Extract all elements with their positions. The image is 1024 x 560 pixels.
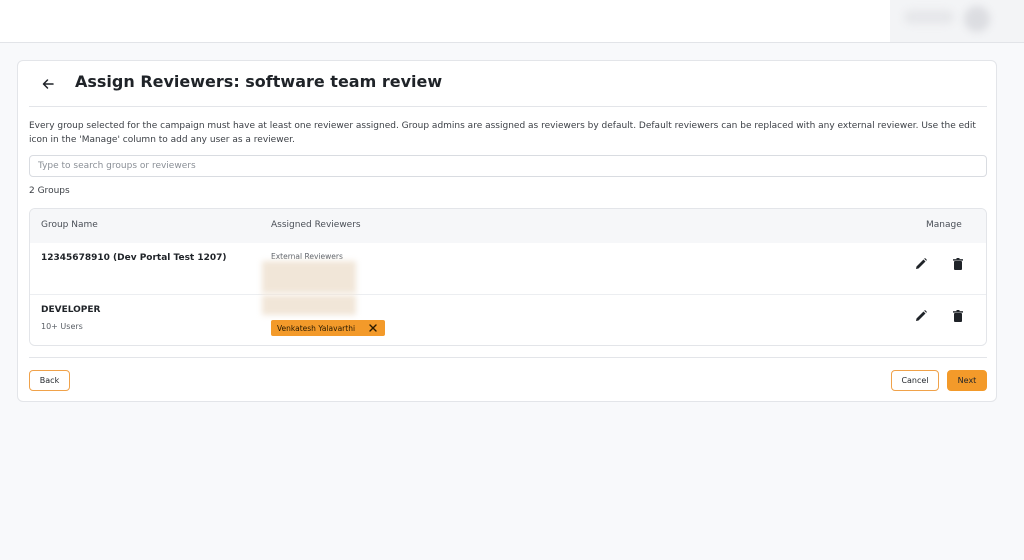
group-name: DEVELOPER	[41, 305, 101, 315]
groups-table: Group Name Assigned Reviewers Manage 123…	[29, 208, 987, 346]
table-header: Group Name Assigned Reviewers Manage	[30, 209, 986, 244]
column-header-group-name: Group Name	[41, 220, 98, 230]
group-name: 12345678910 (Dev Portal Test 1207)	[41, 253, 227, 263]
arrow-left-icon[interactable]	[40, 76, 56, 92]
instructions-text: Every group selected for the campaign mu…	[29, 121, 976, 145]
column-header-assigned-reviewers: Assigned Reviewers	[271, 220, 361, 230]
table-row: 12345678910 (Dev Portal Test 1207) Exter…	[30, 243, 986, 295]
footer-divider	[29, 357, 987, 358]
header-divider	[29, 106, 987, 107]
user-profile-area[interactable]	[890, 0, 1024, 42]
redacted-reviewer	[262, 261, 356, 293]
reviewer-name: Venkatesh Yalavarthi	[277, 323, 356, 333]
trash-icon[interactable]	[951, 309, 965, 323]
reviewer-type-label: External Reviewers	[271, 252, 343, 261]
pencil-icon[interactable]	[914, 257, 928, 271]
group-count: 2 Groups	[29, 186, 70, 196]
redacted-reviewer	[262, 295, 356, 315]
assign-reviewers-panel: Assign Reviewers: software team review E…	[17, 60, 997, 402]
table-row: DEVELOPER 10+ Users Venkatesh Yalavarthi	[30, 295, 986, 345]
page-title: Assign Reviewers: software team review	[75, 72, 443, 91]
column-header-manage: Manage	[926, 220, 962, 230]
reviewer-chip: Venkatesh Yalavarthi	[271, 320, 385, 336]
top-navigation-bar	[0, 0, 1024, 43]
avatar[interactable]	[964, 6, 990, 32]
next-button[interactable]: Next	[947, 370, 987, 391]
pencil-icon[interactable]	[914, 309, 928, 323]
close-icon[interactable]	[368, 323, 378, 333]
search-input[interactable]	[29, 155, 987, 177]
back-button[interactable]: Back	[29, 370, 70, 391]
redacted-user-name	[904, 10, 954, 24]
trash-icon[interactable]	[951, 257, 965, 271]
group-member-count: 10+ Users	[41, 322, 83, 331]
cancel-button[interactable]: Cancel	[891, 370, 939, 391]
